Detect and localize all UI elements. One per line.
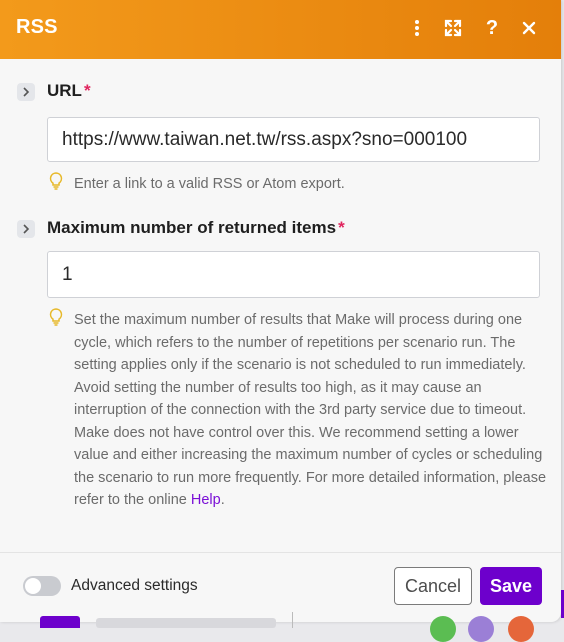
required-mark: *: [338, 218, 345, 237]
max-items-hint: Set the maximum number of results that M…: [74, 309, 548, 512]
canvas-circle-green: [430, 616, 456, 642]
canvas-bar-fragment: [96, 618, 276, 628]
canvas-module-fragment: [40, 616, 80, 628]
max-items-expand-toggle[interactable]: [17, 220, 35, 238]
more-vertical-icon[interactable]: [405, 16, 429, 40]
max-items-input-value: 1: [62, 263, 73, 285]
panel-title: RSS: [16, 16, 58, 38]
rss-module-panel: RSS ? URL * https://www.taiwan.net.tw/rss…: [0, 0, 561, 622]
lightbulb-icon: [49, 172, 63, 190]
expand-icon[interactable]: [441, 16, 465, 40]
max-items-label-text: Maximum number of returned items: [47, 218, 337, 237]
max-items-hint-text: Set the maximum number of results that M…: [74, 312, 547, 508]
url-hint: Enter a link to a valid RSS or Atom expo…: [74, 176, 345, 192]
help-link[interactable]: Help: [191, 492, 221, 508]
max-items-input[interactable]: 1: [47, 251, 540, 298]
url-input[interactable]: https://www.taiwan.net.tw/rss.aspx?sno=0…: [47, 117, 540, 162]
canvas-divider: [292, 612, 293, 628]
lightbulb-icon: [49, 308, 63, 326]
url-input-value: https://www.taiwan.net.tw/rss.aspx?sno=0…: [62, 128, 468, 150]
panel-header: RSS ?: [0, 0, 561, 59]
url-label-text: URL: [47, 81, 82, 100]
toggle-knob: [25, 578, 41, 594]
max-items-label: Maximum number of returned items *: [47, 218, 345, 238]
required-mark: *: [83, 81, 91, 100]
url-label: URL *: [47, 81, 91, 101]
save-button[interactable]: Save: [480, 567, 542, 605]
close-icon[interactable]: [517, 16, 541, 40]
help-icon[interactable]: ?: [480, 16, 504, 40]
canvas-circle-purple: [468, 616, 494, 642]
scenario-canvas-background: [0, 612, 564, 642]
url-expand-toggle[interactable]: [17, 83, 35, 101]
hint-end: .: [220, 492, 225, 508]
advanced-settings-label: Advanced settings: [71, 577, 198, 594]
canvas-circle-orange: [508, 616, 534, 642]
cancel-button[interactable]: Cancel: [394, 567, 472, 605]
advanced-settings-toggle[interactable]: [23, 576, 61, 596]
footer-divider: [0, 552, 561, 553]
